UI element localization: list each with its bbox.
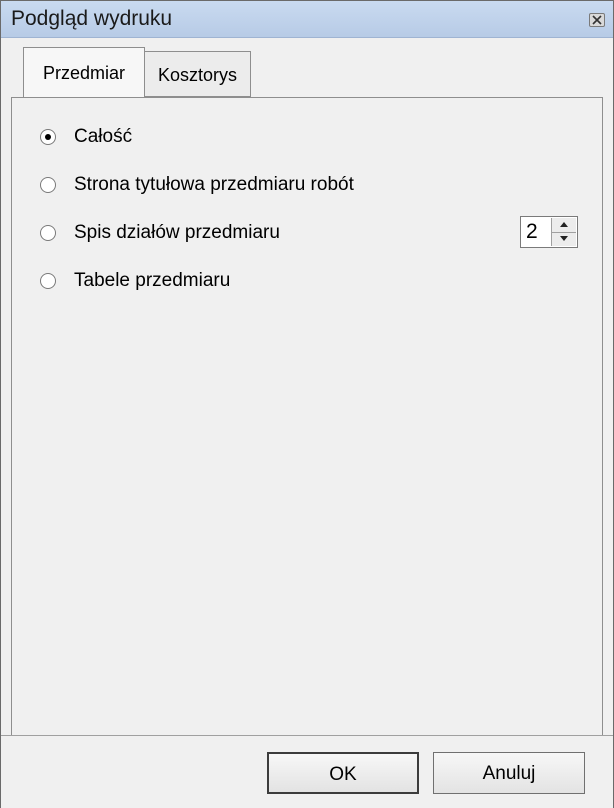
window-title: Podgląd wydruku: [11, 7, 173, 30]
cancel-button[interactable]: Anuluj: [433, 752, 585, 794]
tab-kosztorys-label: Kosztorys: [157, 65, 238, 85]
close-icon: [592, 15, 602, 25]
option-calosc-label: Całość: [74, 126, 133, 147]
option-tabele-label: Tabele przedmiaru: [74, 270, 231, 291]
tab-kosztorys[interactable]: Kosztorys: [145, 51, 251, 97]
tab-przedmiar[interactable]: Przedmiar: [23, 47, 145, 97]
radio-tabele[interactable]: [40, 273, 56, 289]
radio-spis-dzialow[interactable]: [40, 225, 56, 241]
radio-calosc[interactable]: [40, 129, 56, 145]
tab-przedmiar-label: Przedmiar: [42, 63, 126, 83]
title-bar: Podgląd wydruku: [1, 1, 613, 38]
option-strona-tytulowa-label: Strona tytułowa przedmiaru robót: [74, 174, 354, 195]
arrow-down-icon: [560, 236, 568, 241]
button-bar: OK Anuluj: [1, 735, 613, 808]
level-spinner[interactable]: 2: [520, 216, 578, 248]
option-spis-dzialow-label: Spis działów przedmiaru: [74, 222, 280, 243]
arrow-up-icon: [560, 222, 568, 227]
spinner-down-button[interactable]: [552, 232, 576, 246]
spinner-buttons: [551, 218, 576, 246]
tab-panel: Całość Strona tytułowa przedmiaru robót …: [11, 97, 603, 737]
radio-strona-tytulowa[interactable]: [40, 177, 56, 193]
dialog-window: Podgląd wydruku Przedmiar Kosztorys Cało…: [0, 0, 614, 808]
spinner-up-button[interactable]: [552, 218, 576, 233]
spinner-value[interactable]: 2: [526, 220, 538, 244]
close-button[interactable]: [589, 13, 605, 27]
ok-button[interactable]: OK: [267, 752, 419, 794]
